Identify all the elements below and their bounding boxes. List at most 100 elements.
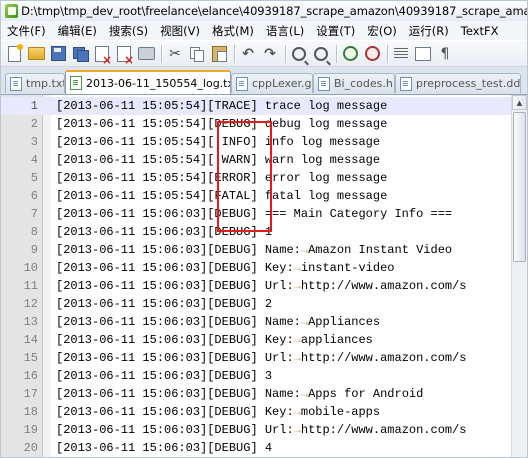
editor-line[interactable]: 15 [2013-06-11 15:06:03][DEBUG] Url:→http… — [1, 349, 527, 367]
file-icon — [318, 76, 330, 91]
log-field-key: Name: — [264, 387, 301, 401]
close-file-button[interactable] — [92, 44, 112, 67]
print-icon — [137, 47, 155, 60]
tab-preprocess-test[interactable]: preprocess_test.ddl — [395, 73, 521, 93]
log-level: [DEBUG] — [207, 297, 258, 311]
toolbar: ✂ ↶ ↷ ¶ — [1, 40, 527, 67]
log-level: [DEBUG] — [207, 369, 258, 383]
log-timestamp: [2013-06-11 15:05:54] — [56, 171, 208, 185]
menu-file[interactable]: 文件(F) — [1, 23, 52, 39]
sync-scroll-button[interactable] — [391, 44, 411, 64]
log-message: fatal log message — [264, 189, 388, 203]
line-text: [2013-06-11 15:06:03][DEBUG] Key:→instan… — [56, 259, 395, 277]
log-field-key: Name: — [264, 243, 301, 257]
editor-line[interactable]: 18 [2013-06-11 15:06:03][DEBUG] Key:→mobi… — [1, 403, 527, 421]
log-timestamp: [2013-06-11 15:06:03] — [56, 423, 208, 437]
menu-settings[interactable]: 设置(T) — [310, 23, 361, 39]
text-editor[interactable]: 1 [2013-06-11 15:05:54][TRACE] trace log … — [1, 95, 527, 457]
log-timestamp: [2013-06-11 15:06:03] — [56, 333, 208, 347]
log-field-value: mobile-apps — [300, 405, 381, 419]
menu-view[interactable]: 视图(V) — [154, 23, 206, 39]
tab-arrow-icon: → — [300, 243, 309, 257]
tab-arrow-icon: → — [293, 351, 301, 365]
log-level: [DEBUG] — [207, 279, 258, 293]
log-message: 2 — [264, 297, 273, 311]
log-timestamp: [2013-06-11 15:05:54] — [56, 153, 208, 167]
cut-button[interactable]: ✂ — [165, 44, 185, 64]
zoom-out-button[interactable] — [362, 44, 382, 64]
editor-line[interactable]: 10 [2013-06-11 15:06:03][DEBUG] Key:→inst… — [1, 259, 527, 277]
log-message: trace log message — [264, 99, 388, 113]
menu-textfx[interactable]: TextFX — [455, 24, 505, 38]
line-text: [2013-06-11 15:06:03][DEBUG] Name:→Apps … — [56, 385, 423, 403]
line-number: 8 — [30, 225, 38, 239]
line-number: 17 — [23, 387, 38, 401]
log-level: [TRACE] — [207, 99, 258, 113]
log-timestamp: [2013-06-11 15:06:03] — [56, 369, 208, 383]
close-all-button[interactable] — [114, 44, 134, 67]
save-all-button[interactable] — [70, 44, 90, 64]
tab-tmp-txt[interactable]: tmp.txt — [5, 73, 65, 93]
undo-icon: ↶ — [242, 45, 254, 62]
menu-macro[interactable]: 宏(O) — [361, 23, 403, 39]
paste-button[interactable] — [209, 44, 229, 64]
log-message: debug log message — [264, 117, 388, 131]
save-button[interactable] — [48, 44, 68, 64]
menu-run[interactable]: 运行(R) — [403, 23, 455, 39]
tab-cpplexer[interactable]: cppLexer.g — [231, 73, 313, 93]
log-timestamp: [2013-06-11 15:06:03] — [56, 207, 208, 221]
redo-button[interactable]: ↷ — [260, 44, 280, 64]
editor-line[interactable]: 17 [2013-06-11 15:06:03][DEBUG] Name:→App… — [1, 385, 527, 403]
editor-line[interactable]: 11 [2013-06-11 15:06:03][DEBUG] Url:→http… — [1, 277, 527, 295]
show-all-chars-icon: ¶ — [440, 45, 450, 62]
editor-line[interactable]: 16 [2013-06-11 15:06:03][DEBUG] 3 — [1, 367, 527, 385]
editor-line[interactable]: 20 [2013-06-11 15:06:03][DEBUG] 4 — [1, 439, 527, 457]
menu-edit[interactable]: 编辑(E) — [52, 23, 103, 39]
line-number: 11 — [23, 279, 38, 293]
tab-label: tmp.txt — [26, 77, 65, 90]
line-number: 3 — [30, 135, 38, 149]
zoom-in-button[interactable] — [340, 44, 360, 64]
undo-button[interactable]: ↶ — [238, 44, 258, 64]
close-file-icon — [95, 45, 112, 67]
editor-line[interactable]: 1 [2013-06-11 15:05:54][TRACE] trace log … — [1, 97, 527, 115]
editor-line[interactable]: 19 [2013-06-11 15:06:03][DEBUG] Url:→http… — [1, 421, 527, 439]
editor-line[interactable]: 13 [2013-06-11 15:06:03][DEBUG] Name:→App… — [1, 313, 527, 331]
log-message: === Main Category Info === — [264, 207, 453, 221]
open-file-button[interactable] — [26, 44, 46, 64]
word-wrap-button[interactable] — [413, 44, 433, 64]
copy-icon — [190, 46, 204, 62]
line-number: 14 — [23, 333, 38, 347]
word-wrap-icon — [415, 46, 431, 61]
find-button[interactable] — [289, 44, 309, 64]
tab-label: 2013-06-11_150554_log.txt — [86, 76, 231, 90]
scrollbar-thumb[interactable] — [513, 112, 526, 262]
vertical-scrollbar[interactable]: ▲ — [511, 95, 527, 457]
menu-format[interactable]: 格式(M) — [206, 23, 260, 39]
document-tab-bar: tmp.txt 2013-06-11_150554_log.txt cppLex… — [1, 67, 527, 95]
tab-log-file[interactable]: 2013-06-11_150554_log.txt — [65, 70, 231, 94]
scroll-up-icon[interactable]: ▲ — [512, 95, 527, 110]
editor-line[interactable]: 9 [2013-06-11 15:06:03][DEBUG] Name:→Amaz… — [1, 241, 527, 259]
tab-arrow-icon: → — [300, 387, 309, 401]
tab-bi-codes[interactable]: Bi_codes.h — [313, 73, 395, 93]
editor-line[interactable]: 14 [2013-06-11 15:06:03][DEBUG] Key:→appl… — [1, 331, 527, 349]
log-message: error log message — [264, 171, 388, 185]
cut-icon: ✂ — [169, 45, 181, 62]
new-file-button[interactable] — [4, 43, 24, 64]
log-message: warn log message — [264, 153, 381, 167]
log-level-highlight-box — [217, 121, 272, 232]
log-timestamp: [2013-06-11 15:06:03] — [56, 297, 208, 311]
print-button[interactable] — [136, 44, 156, 64]
close-all-icon — [117, 45, 134, 67]
toolbar-separator — [336, 44, 337, 63]
editor-line[interactable]: 12 [2013-06-11 15:06:03][DEBUG] 2 — [1, 295, 527, 313]
copy-button[interactable] — [187, 44, 207, 64]
replace-button[interactable] — [311, 44, 331, 64]
log-field-value: http://www.amazon.com/s — [300, 279, 467, 293]
show-all-chars-button[interactable]: ¶ — [435, 44, 455, 64]
menu-language[interactable]: 语言(L) — [260, 23, 310, 39]
menu-search[interactable]: 搜索(S) — [103, 23, 154, 39]
